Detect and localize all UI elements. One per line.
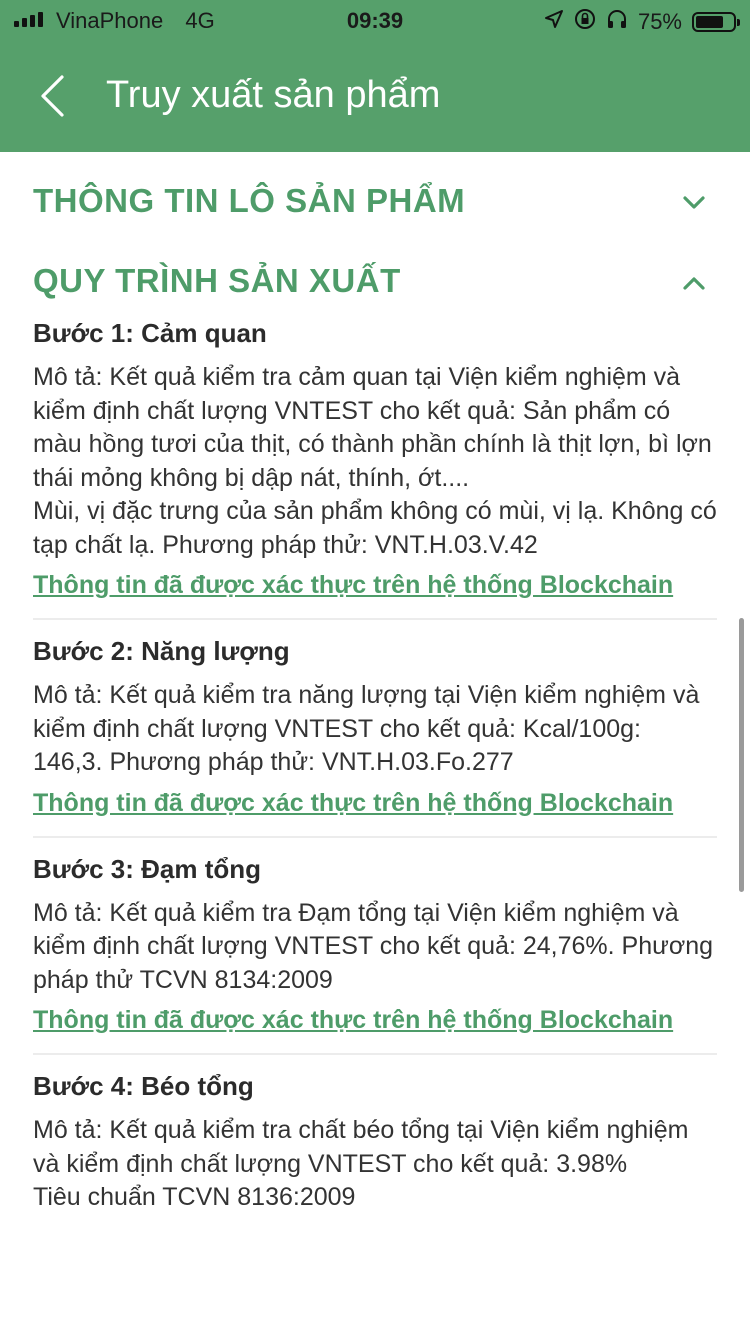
section-lot-info-header[interactable]: THÔNG TIN LÔ SẢN PHẨM bbox=[33, 152, 717, 232]
blockchain-verification-link[interactable]: Thông tin đã được xác thực trên hệ thống… bbox=[33, 786, 717, 820]
step-title: Bước 4: Béo tổng bbox=[33, 1071, 254, 1101]
list-item: Bước 2: Năng lượng Mô tả: Kết quả kiểm t… bbox=[33, 636, 717, 838]
orientation-lock-icon bbox=[574, 8, 596, 36]
blockchain-verification-link[interactable]: Thông tin đã được xác thực trên hệ thống… bbox=[33, 568, 717, 602]
navigation-bar: Truy xuất sản phẩm bbox=[0, 40, 750, 152]
status-icons: 75% bbox=[544, 8, 740, 36]
battery-percentage: 75% bbox=[637, 9, 682, 34]
chevron-up-icon bbox=[683, 277, 705, 290]
step-description: Mô tả: Kết quả kiểm tra Đạm tổng tại Việ… bbox=[33, 898, 714, 994]
headphones-icon bbox=[606, 8, 628, 36]
list-item: Bước 3: Đạm tổng Mô tả: Kết quả kiểm tra… bbox=[33, 853, 717, 1055]
back-button[interactable] bbox=[32, 70, 72, 122]
step-description: Mô tả: Kết quả kiểm tra cảm quan tại Việ… bbox=[33, 363, 717, 559]
blockchain-verification-link[interactable]: Thông tin đã được xác thực trên hệ thống… bbox=[33, 1003, 717, 1037]
page-title: Truy xuất sản phẩm bbox=[106, 74, 441, 116]
battery-icon bbox=[692, 12, 740, 32]
scrollbar[interactable] bbox=[739, 618, 744, 892]
list-item: Bước 4: Béo tổng Mô tả: Kết quả kiểm tra… bbox=[33, 1071, 717, 1231]
production-steps-list: Bước 1: Cảm quan Mô tả: Kết quả kiểm tra… bbox=[33, 318, 717, 1231]
step-description: Mô tả: Kết quả kiểm tra năng lượng tại V… bbox=[33, 681, 700, 776]
status-bar: VinaPhone 4G 09:39 75% bbox=[0, 0, 750, 40]
section-title: THÔNG TIN LÔ SẢN PHẨM bbox=[33, 182, 466, 219]
chevron-down-icon bbox=[683, 196, 705, 209]
list-item: Bước 1: Cảm quan Mô tả: Kết quả kiểm tra… bbox=[33, 318, 717, 620]
section-production-process-header[interactable]: QUY TRÌNH SẢN XUẤT bbox=[33, 232, 717, 312]
step-description: Mô tả: Kết quả kiểm tra chất béo tổng tạ… bbox=[33, 1116, 689, 1211]
step-title: Bước 2: Năng lượng bbox=[33, 636, 290, 666]
chevron-left-icon bbox=[41, 75, 64, 117]
section-title: QUY TRÌNH SẢN XUẤT bbox=[33, 262, 401, 299]
step-title: Bước 1: Cảm quan bbox=[33, 318, 267, 348]
location-icon bbox=[544, 9, 564, 35]
content-area: THÔNG TIN LÔ SẢN PHẨM QUY TRÌNH SẢN XUẤT… bbox=[0, 152, 750, 1247]
step-title: Bước 3: Đạm tổng bbox=[33, 853, 261, 884]
